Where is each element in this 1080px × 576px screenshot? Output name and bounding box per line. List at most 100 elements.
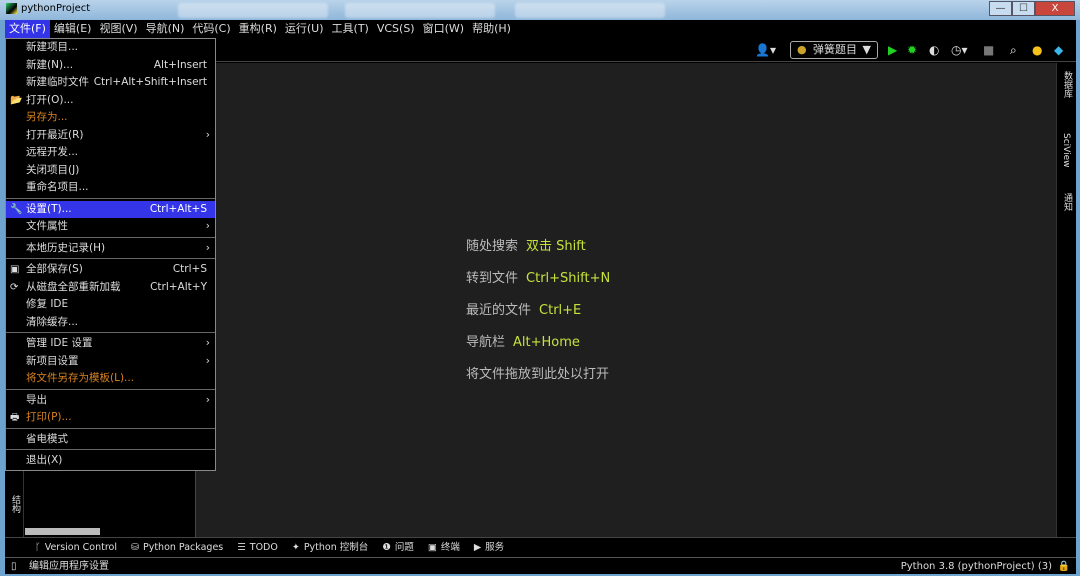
menu-item-label: 从磁盘全部重新加载	[26, 280, 121, 293]
menu-10[interactable]: 帮助(H)	[468, 20, 515, 38]
hint-text: 将文件拖放到此处以打开	[466, 367, 610, 382]
menu-item[interactable]: 新建项目...	[6, 39, 215, 57]
hint-shortcut: Ctrl+Shift+N	[526, 271, 611, 286]
search-icon[interactable]: ⌕	[1010, 42, 1017, 58]
problems-icon: ❶	[382, 542, 391, 553]
menu-item-label: 打开最近(R)	[26, 128, 84, 141]
menu-item[interactable]: 清除缓存...	[6, 314, 215, 332]
menu-item[interactable]: 新建(N)... Alt+Insert	[6, 57, 215, 75]
user-icon[interactable]: 👤▾	[755, 42, 776, 58]
menu-item-icon: ▣	[10, 264, 20, 275]
hint-shortcut: 双击 Shift	[526, 239, 586, 254]
menu-item-label: 全部保存(S)	[26, 263, 83, 275]
menu-2[interactable]: 视图(V)	[95, 20, 141, 38]
close-button[interactable]: X	[1035, 1, 1075, 16]
tool-tab-label: 终端	[440, 542, 460, 553]
menu-item[interactable]: 管理 IDE 设置 ›	[6, 335, 215, 353]
stop-icon[interactable]: ■	[983, 42, 994, 58]
menu-item[interactable]: 打开最近(R) ›	[6, 127, 215, 145]
run-icon[interactable]: ▶	[888, 42, 897, 58]
menu-item-label: 设置(T)...	[26, 202, 72, 215]
menu-item[interactable]: 🖶 打印(P)...	[6, 409, 215, 427]
horizontal-scrollbar[interactable]	[25, 528, 100, 535]
menu-item[interactable]: ⟳ 从磁盘全部重新加载 Ctrl+Alt+Y	[6, 279, 215, 297]
menu-item[interactable]: ▣ 全部保存(S) Ctrl+S	[6, 261, 215, 279]
menu-item[interactable]: 本地历史记录(H) ›	[6, 240, 215, 258]
editor-hint: 随处搜索 双击 Shift	[466, 235, 586, 254]
chevron-down-icon: ▼	[862, 43, 871, 56]
python-console-icon: ✦	[291, 542, 300, 553]
menu-item[interactable]: 新建临时文件 Ctrl+Alt+Shift+Insert	[6, 74, 215, 92]
menu-item-label: 关闭项目(J)	[26, 163, 80, 176]
menu-item-icon: 🖶	[10, 412, 20, 423]
debug-icon[interactable]: ✹	[907, 42, 917, 58]
menu-item[interactable]: 修复 IDE	[6, 296, 215, 314]
menu-item-icon: 📂	[10, 94, 23, 106]
tool-tab[interactable]: ✦ Python 控制台	[292, 538, 368, 556]
menu-9[interactable]: 窗口(W)	[419, 20, 468, 38]
menu-item[interactable]: 导出 ›	[6, 392, 215, 410]
browser-tab[interactable]	[345, 3, 495, 18]
menu-item[interactable]: 重命名项目...	[6, 179, 215, 197]
menu-item-label: 新建临时文件	[26, 76, 89, 88]
menu-item[interactable]: 文件属性 ›	[6, 218, 215, 236]
menu-5[interactable]: 重构(R)	[235, 20, 281, 38]
browser-tab[interactable]	[515, 3, 665, 18]
tool-tab[interactable]: ▶ 服务	[474, 538, 504, 556]
menu-item[interactable]: 关闭项目(J)	[6, 162, 215, 180]
menu-item[interactable]: 另存为...	[6, 109, 215, 127]
tool-tab-label: Version Control	[44, 542, 117, 553]
maximize-button[interactable]: ☐	[1012, 1, 1035, 16]
todo-icon: ☰	[237, 542, 246, 553]
structure-tab[interactable]: 结构	[9, 495, 22, 513]
menu-4[interactable]: 代码(C)	[188, 20, 234, 38]
menu-1[interactable]: 编辑(E)	[50, 20, 96, 38]
profile-icon[interactable]: ◷▾	[951, 42, 968, 58]
notifications-tab[interactable]: 通知	[1061, 193, 1074, 211]
minimize-button[interactable]: —	[989, 1, 1012, 16]
lock-icon[interactable]: 🔒	[1058, 558, 1070, 575]
menu-item-label: 打开(O)...	[26, 93, 74, 106]
menu-item-label: 新项目设置	[26, 354, 79, 367]
tool-tab-label: Python Packages	[142, 542, 224, 553]
editor-hint: 导航栏 Alt+Home	[466, 331, 580, 350]
menu-item[interactable]: 新项目设置 ›	[6, 353, 215, 371]
run-config-dropdown[interactable]: ● 弹簧题目 ▼	[790, 41, 878, 59]
chevron-right-icon: ›	[205, 354, 210, 367]
coverage-icon[interactable]: ◐	[929, 42, 939, 58]
menu-3[interactable]: 导航(N)	[142, 20, 189, 38]
menu-item[interactable]: 📂 打开(O)...	[6, 92, 215, 110]
menu-item-icon: 🔧	[10, 203, 23, 215]
hint-shortcut: Alt+Home	[513, 335, 580, 350]
browser-tab[interactable]	[178, 3, 328, 18]
hint-text: 随处搜索	[466, 239, 519, 254]
menu-item-label: 管理 IDE 设置	[26, 337, 93, 349]
editor-empty-area[interactable]: 随处搜索 双击 Shift 转到文件 Ctrl+Shift+N 最近的文件 Ctrl+E 导…	[196, 63, 1056, 537]
menu-item[interactable]: 退出(X)	[6, 452, 215, 470]
menu-item[interactable]: 省电模式	[6, 431, 215, 449]
chevron-right-icon: ›	[205, 337, 210, 349]
menu-item-label: 新建项目...	[26, 41, 79, 53]
tool-tab[interactable]: ☰ TODO	[237, 538, 278, 556]
tool-tab[interactable]: ▣ 终端	[428, 538, 460, 556]
menu-6[interactable]: 运行(U)	[281, 20, 328, 38]
tool-tab[interactable]: ⛁ Python Packages	[131, 538, 223, 556]
menu-item[interactable]: 🔧 设置(T)... Ctrl+Alt+S	[6, 200, 215, 218]
plugin-icon[interactable]: ◆	[1054, 42, 1063, 58]
interpreter-selector[interactable]: Python 3.8 (pythonProject) (3)	[901, 558, 1052, 575]
menu-item[interactable]: 将文件另存为模板(L)...	[6, 370, 215, 388]
menu-7[interactable]: 工具(T)	[328, 20, 373, 38]
menu-item-shortcut: Ctrl+Alt+Y	[150, 280, 207, 293]
menu-item-label: 导出	[26, 393, 47, 406]
tool-tab[interactable]: ❶ 问题	[382, 538, 414, 556]
menu-8[interactable]: VCS(S)	[373, 20, 419, 38]
database-tab[interactable]: 数据库	[1061, 71, 1074, 98]
menu-item[interactable]: 远程开发...	[6, 144, 215, 162]
hint-text: 转到文件	[466, 271, 519, 286]
editor-hint: 转到文件 Ctrl+Shift+N	[466, 267, 610, 286]
status-bar: ▯ 编辑应用程序设置 Python 3.8 (pythonProject) (3…	[5, 557, 1076, 574]
tool-tab[interactable]: ᚴ Version Control	[35, 538, 117, 556]
sciview-tab[interactable]: SciView	[1061, 133, 1071, 168]
menu-0[interactable]: 文件(F)	[5, 20, 50, 38]
update-icon[interactable]: ●	[1032, 42, 1042, 58]
